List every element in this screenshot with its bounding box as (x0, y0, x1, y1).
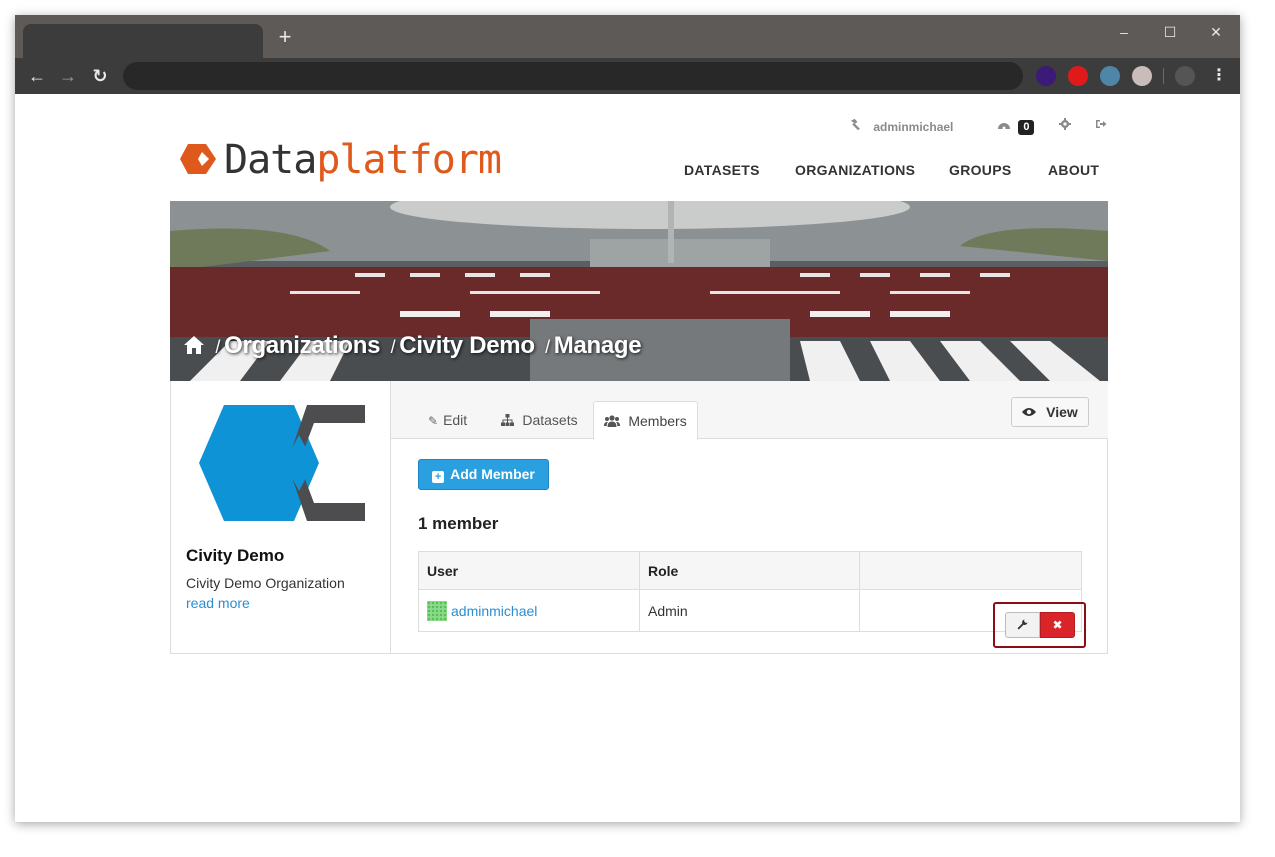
column-header-user: User (418, 551, 640, 590)
extension-icon-blue[interactable] (1100, 66, 1120, 86)
extension-icon-purple[interactable] (1036, 66, 1056, 86)
user-avatar (427, 600, 447, 621)
settings-link[interactable] (1059, 118, 1071, 134)
account-user[interactable]: adminmichael (849, 118, 953, 134)
table-header-row: User Role (418, 551, 1082, 590)
content-panel: Civity Demo Civity Demo Organization rea… (170, 381, 1108, 654)
member-role-cell: Admin (639, 589, 860, 632)
reload-button[interactable]: ↻ (88, 64, 112, 88)
logo-text: Dataplatform (224, 137, 502, 183)
tab-members[interactable]: Members (593, 401, 698, 440)
profile-avatar[interactable] (1175, 66, 1195, 86)
nav-datasets[interactable]: DATASETS (684, 162, 760, 178)
breadcrumb: / Organizations / Civity Demo / Manage (183, 332, 642, 360)
eye-icon (1022, 404, 1046, 420)
column-header-actions (859, 551, 1082, 590)
edit-member-button[interactable] (1005, 612, 1040, 638)
close-window-button[interactable]: ✕ (1196, 19, 1236, 45)
breadcrumb-civity-demo[interactable]: Civity Demo (399, 332, 535, 359)
read-more-link[interactable]: read more (186, 595, 250, 611)
back-button[interactable]: ← (25, 64, 49, 88)
remove-member-button[interactable]: ✖ (1040, 612, 1075, 638)
member-count: 1 member (418, 514, 499, 533)
tab-edit[interactable]: ✎ Edit (418, 401, 477, 439)
hammer-icon (849, 118, 865, 134)
extension-icon-red[interactable] (1068, 66, 1088, 86)
browser-toolbar: ← → ↻ ⋮ (15, 58, 1240, 94)
browser-menu-icon[interactable]: ⋮ (1209, 64, 1229, 88)
minimize-button[interactable]: – (1104, 19, 1144, 45)
notifications-badge: 0 (1018, 120, 1035, 135)
logout-link[interactable] (1095, 118, 1107, 134)
nav-organizations[interactable]: ORGANIZATIONS (795, 162, 915, 178)
members-table: User Role adminmichael Admin (418, 551, 1082, 632)
manage-tabs: ✎ Edit Datasets Members View (391, 381, 1108, 440)
account-username: adminmichael (873, 120, 954, 134)
users-icon (604, 415, 623, 429)
times-icon: ✖ (1052, 618, 1063, 632)
organization-logo (199, 405, 365, 521)
browser-tab[interactable] (23, 24, 263, 58)
address-bar[interactable] (123, 62, 1023, 90)
tab-datasets[interactable]: Datasets (491, 401, 588, 439)
column-header-role: Role (639, 551, 860, 590)
sign-out-icon (1095, 119, 1107, 133)
member-user-cell: adminmichael (418, 589, 640, 632)
wrench-icon (1017, 618, 1028, 632)
forward-button[interactable]: → (56, 64, 80, 88)
toolbar-separator (1163, 68, 1164, 84)
nav-groups[interactable]: GROUPS (949, 162, 1011, 178)
view-button[interactable]: View (1011, 397, 1089, 427)
page-content: adminmichael 0 Dataplatform DATASETS ORG… (15, 94, 1240, 822)
sitemap-icon (501, 414, 517, 428)
breadcrumb-organizations[interactable]: Organizations (224, 332, 380, 359)
home-icon[interactable] (183, 332, 211, 359)
add-member-button[interactable]: + Add Member (418, 459, 549, 490)
table-row: adminmichael Admin (418, 589, 1082, 632)
member-user-link[interactable]: adminmichael (451, 603, 537, 619)
organization-sidebar: Civity Demo Civity Demo Organization rea… (171, 381, 391, 653)
gear-icon (1059, 118, 1071, 133)
organization-name: Civity Demo (186, 546, 285, 565)
new-tab-button[interactable]: + (275, 26, 295, 48)
breadcrumb-manage[interactable]: Manage (554, 332, 642, 359)
logo-mark-icon (180, 144, 216, 174)
plus-square-icon: + (432, 471, 445, 483)
browser-window: + – ☐ ✕ ← → ↻ ⋮ adminmichael 0 Dataplatf… (15, 15, 1240, 822)
maximize-button[interactable]: ☐ (1150, 19, 1190, 45)
organization-description: Civity Demo Organization (186, 575, 345, 591)
dashboard-icon (997, 119, 1014, 133)
extension-icon-gray[interactable] (1132, 66, 1152, 86)
edit-icon: ✎ (428, 414, 439, 428)
nav-about[interactable]: ABOUT (1048, 162, 1099, 178)
tab-strip: + – ☐ ✕ (15, 15, 1240, 58)
member-actions-highlight: ✖ (993, 602, 1086, 648)
dashboard-link[interactable]: 0 (997, 118, 1035, 135)
